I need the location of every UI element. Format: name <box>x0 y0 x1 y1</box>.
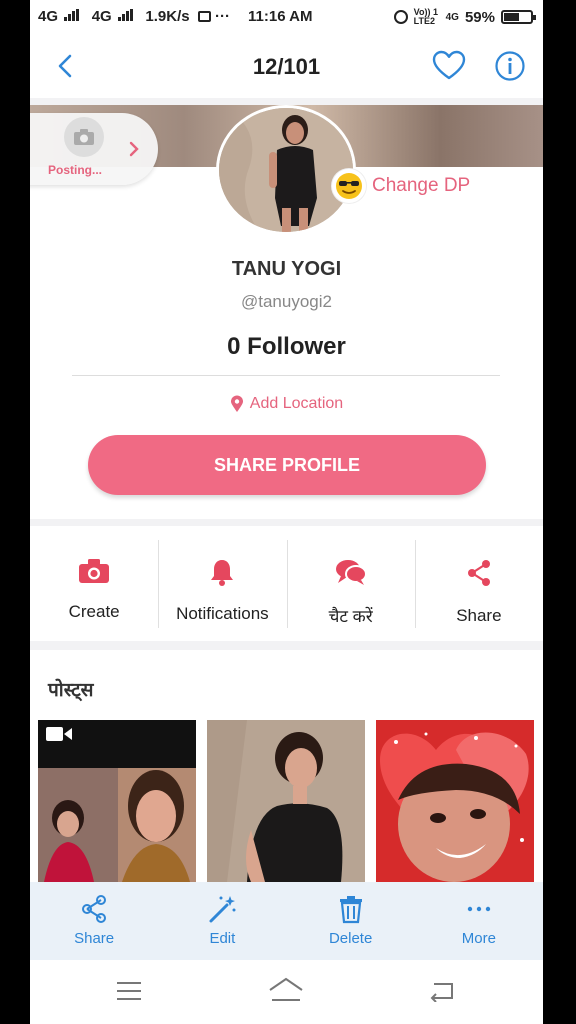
posting-label: Posting... <box>48 163 102 177</box>
post-photo <box>376 720 534 882</box>
status-left: 4G 4G 1.9K/s ··· <box>38 8 230 25</box>
alarm-icon <box>393 10 408 24</box>
volte-indicator: Vo)) 1 LTE2 <box>413 7 438 26</box>
post-photo <box>207 720 365 882</box>
location-pin-icon <box>230 395 243 412</box>
favorite-button[interactable] <box>432 50 466 82</box>
posts-title: पोस्ट्स <box>48 680 94 701</box>
profile-handle: @tanuyogi2 <box>241 292 332 311</box>
profile-card: Posting... Change DP TANU YOGI @tanuyogi… <box>30 105 543 519</box>
video-camera-icon <box>46 727 72 741</box>
network-speed: 1.9K/s <box>145 8 190 25</box>
bottom-delete-button[interactable]: Delete <box>287 882 415 960</box>
phone-screen: 4G 4G 1.9K/s ··· 11:16 AM Vo)) 1 LTE2 4G… <box>30 0 543 1024</box>
info-icon <box>495 51 525 81</box>
action-notifications[interactable]: Notifications <box>158 526 286 641</box>
share-icon <box>82 895 107 923</box>
menu-icon[interactable] <box>116 980 142 1002</box>
chevron-right-icon <box>129 141 139 157</box>
camera-icon <box>64 117 104 157</box>
gallery-icon <box>197 11 211 22</box>
bottom-more-button[interactable]: More <box>415 882 543 960</box>
add-location-link[interactable]: Add Location <box>30 395 543 413</box>
action-chat[interactable]: चैट करें <box>286 526 415 641</box>
post-thumbnail[interactable] <box>38 720 196 882</box>
signal-icon-2 <box>117 9 133 21</box>
action-label: Create <box>68 602 120 621</box>
posting-status-chip[interactable]: Posting... <box>30 113 158 185</box>
action-label: चैट करें <box>328 607 373 626</box>
back-icon[interactable] <box>428 980 456 1002</box>
bottom-label: Edit <box>209 930 236 947</box>
info-button[interactable] <box>494 50 526 82</box>
bell-icon <box>211 560 234 586</box>
network-type-2: 4G <box>91 8 112 25</box>
post-thumbnail[interactable] <box>376 720 534 882</box>
share-icon <box>467 560 490 586</box>
top-bar: 12/101 <box>30 34 543 98</box>
battery-fill <box>504 13 519 21</box>
follower-count[interactable]: 0 Follower <box>30 333 543 361</box>
network-type: 4G <box>38 8 59 25</box>
system-nav-bar <box>30 960 543 1024</box>
bottom-edit-button[interactable]: Edit <box>158 882 286 960</box>
more-notifications: ··· <box>214 8 230 25</box>
net-small: 4G <box>445 11 459 23</box>
share-profile-button[interactable]: SHARE PROFILE <box>88 435 486 495</box>
action-row: Create Notifications चैट करें Share <box>30 526 543 641</box>
action-label: Share <box>456 606 502 625</box>
heart-icon <box>432 50 466 80</box>
divider <box>72 375 500 376</box>
battery-percent: 59% <box>464 8 495 26</box>
more-dots-icon <box>467 906 491 912</box>
trash-icon <box>339 896 362 924</box>
signal-icon <box>64 9 80 21</box>
action-label: Notifications <box>176 604 269 623</box>
magic-wand-icon <box>209 896 236 923</box>
bottom-share-button[interactable]: Share <box>30 882 158 960</box>
add-location-label: Add Location <box>249 395 344 412</box>
sunglasses-emoji-icon <box>332 169 366 203</box>
chat-icon <box>335 560 367 585</box>
post-photo <box>38 720 196 882</box>
status-right: Vo)) 1 LTE2 4G 59% <box>393 7 536 26</box>
posts-section: पोस्ट्स <box>30 650 543 890</box>
change-dp-button[interactable]: Change DP <box>332 169 470 203</box>
bottom-action-bar: Share Edit Delete More <box>30 882 543 960</box>
page-counter: 12/101 <box>252 54 321 79</box>
post-thumbnail[interactable] <box>207 720 365 882</box>
bottom-label: Share <box>74 930 115 947</box>
change-dp-label: Change DP <box>372 175 471 196</box>
action-share[interactable]: Share <box>414 526 543 641</box>
bottom-label: More <box>461 930 496 947</box>
clock: 11:16 AM <box>248 8 313 25</box>
profile-name: TANU YOGI <box>231 258 342 280</box>
home-icon[interactable] <box>268 976 304 1004</box>
battery-icon <box>501 10 536 24</box>
action-create[interactable]: Create <box>30 526 158 641</box>
camera-icon <box>79 559 110 583</box>
status-bar: 4G 4G 1.9K/s ··· 11:16 AM Vo)) 1 LTE2 4G… <box>30 0 543 34</box>
bottom-label: Delete <box>328 930 373 947</box>
